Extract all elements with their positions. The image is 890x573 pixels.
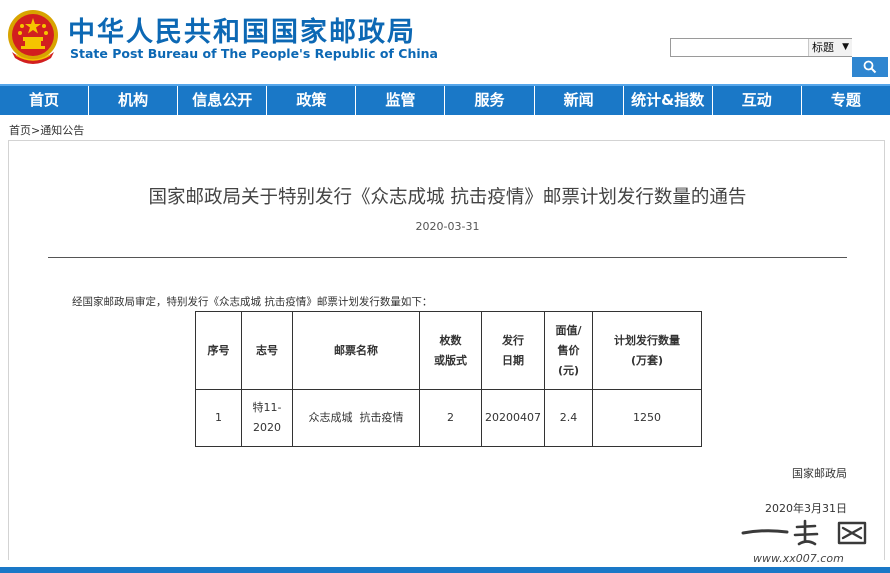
- header-code: 志号: [241, 311, 293, 390]
- header-price-line2: 售价: [557, 343, 580, 357]
- cell-quantity: 1250: [592, 389, 702, 447]
- breadcrumb-home-link[interactable]: 首页: [9, 124, 31, 137]
- site-header: 中华人民共和国国家邮政局 State Post Bureau of The Pe…: [0, 0, 890, 84]
- table-row: 1 特11- 2020 众志成城 抗击疫情 2 20200407 2.4 125…: [195, 389, 702, 447]
- header-count: 枚数 或版式: [419, 311, 482, 390]
- cell-issue-date: 20200407: [481, 389, 545, 447]
- national-emblem-icon[interactable]: [6, 8, 60, 66]
- watermark-url: www.xx007.com: [753, 552, 844, 565]
- nav-item-policy[interactable]: 政策: [267, 86, 357, 115]
- header-issue-date-line2: 日期: [502, 353, 524, 367]
- cell-seq: 1: [195, 389, 242, 447]
- nav-item-regulation[interactable]: 监管: [356, 86, 446, 115]
- header-stamp-name: 邮票名称: [292, 311, 420, 390]
- article-sign-date: 2020年3月31日: [765, 502, 847, 515]
- breadcrumb-separator: >: [31, 124, 41, 137]
- search-button[interactable]: [852, 57, 888, 77]
- cell-price: 2.4: [544, 389, 593, 447]
- title-divider: [48, 257, 847, 258]
- header-count-line2: 或版式: [434, 353, 467, 367]
- nav-item-topics[interactable]: 专题: [802, 86, 890, 115]
- article-date: 2020-03-31: [415, 220, 480, 233]
- cell-code-line1: 特11-: [252, 401, 282, 414]
- article-signature: 国家邮政局: [792, 467, 847, 480]
- header-quantity: 计划发行数量 (万套): [592, 311, 702, 390]
- search-box: 标题 ▼: [670, 38, 852, 57]
- article-container: 国家邮政局关于特别发行《众志成城 抗击疫情》邮票计划发行数量的通告 2020-0…: [8, 140, 885, 560]
- main-nav: 首页 机构 信息公开 政策 监管 服务 新闻 统计&指数 互动 专题: [0, 84, 890, 115]
- table-header-row: 序号 志号 邮票名称 枚数 或版式 发行 日期 面值/ 售价 (元) 计划发行数…: [195, 311, 702, 390]
- search-type-select[interactable]: 标题 ▼: [808, 39, 852, 56]
- cell-code: 特11- 2020: [241, 389, 293, 447]
- header-price: 面值/ 售价 (元): [544, 311, 593, 390]
- site-watermark-logo: www.xx007.com: [741, 519, 867, 565]
- site-subtitle: State Post Bureau of The People's Republ…: [70, 46, 438, 61]
- cell-count: 2: [419, 389, 482, 447]
- cell-code-line2: 2020: [253, 421, 281, 434]
- dropdown-arrow-icon: ▼: [842, 42, 849, 52]
- nav-item-interaction[interactable]: 互动: [713, 86, 802, 115]
- header-price-line3: (元): [557, 363, 580, 377]
- search-input[interactable]: [671, 39, 808, 56]
- header-issue-date: 发行 日期: [481, 311, 545, 390]
- nav-item-statistics[interactable]: 统计&指数: [624, 86, 713, 115]
- header-count-line1: 枚数: [439, 333, 462, 347]
- search-type-label: 标题: [812, 41, 834, 54]
- header-issue-date-line1: 发行: [502, 333, 524, 347]
- nav-item-home[interactable]: 首页: [0, 86, 90, 115]
- footer-bar: [0, 567, 890, 573]
- nav-item-services[interactable]: 服务: [445, 86, 535, 115]
- article-intro: 经国家邮政局审定，特别发行《众志成城 抗击疫情》邮票计划发行数量如下：: [72, 296, 433, 308]
- search-icon: [863, 60, 877, 74]
- nav-item-info-disclosure[interactable]: 信息公开: [178, 86, 268, 115]
- nav-item-organization[interactable]: 机构: [89, 86, 179, 115]
- cell-stamp-name: 众志成城 抗击疫情: [292, 389, 420, 447]
- header-seq: 序号: [195, 311, 242, 390]
- header-price-line1: 面值/: [555, 323, 582, 337]
- nav-item-news[interactable]: 新闻: [535, 86, 624, 115]
- breadcrumb-current-link[interactable]: 通知公告: [40, 124, 84, 137]
- header-quantity-line2: (万套): [630, 353, 664, 367]
- header-quantity-line1: 计划发行数量: [614, 333, 680, 347]
- article-title: 国家邮政局关于特别发行《众志成城 抗击疫情》邮票计划发行数量的通告: [148, 187, 747, 208]
- site-title[interactable]: 中华人民共和国国家邮政局: [68, 10, 416, 49]
- breadcrumb: 首页>通知公告: [9, 122, 84, 138]
- stamp-issue-table: 序号 志号 邮票名称 枚数 或版式 发行 日期 面值/ 售价 (元) 计划发行数…: [195, 311, 702, 447]
